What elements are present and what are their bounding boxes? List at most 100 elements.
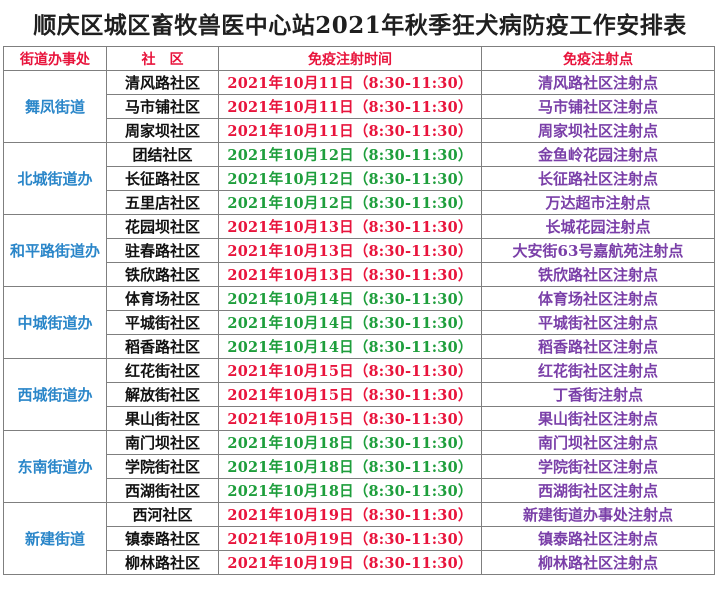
table-row: 长征路社区 2021年10月12日（8:30-11:30） 长征路社区注射点 bbox=[4, 166, 715, 191]
site-cell: 镇泰路社区注射点 bbox=[481, 526, 715, 551]
site-cell: 新建街道办事处注射点 bbox=[481, 502, 715, 527]
community-cell: 学院街社区 bbox=[106, 454, 219, 479]
community-cell: 长征路社区 bbox=[106, 166, 219, 191]
table-row: 马市铺社区 2021年10月11日（8:30-11:30） 马市铺社区注射点 bbox=[4, 94, 715, 119]
table-row: 柳林路社区 2021年10月19日（8:30-11:30） 柳林路社区注射点 bbox=[4, 550, 715, 575]
time-cell: 2021年10月11日（8:30-11:30） bbox=[218, 94, 482, 119]
site-cell: 铁欣路社区注射点 bbox=[481, 262, 715, 287]
community-cell: 红花街社区 bbox=[106, 358, 219, 383]
community-cell: 西湖街社区 bbox=[106, 478, 219, 503]
time-cell: 2021年10月15日（8:30-11:30） bbox=[218, 358, 482, 383]
table-row: 东南街道办 南门坝社区 2021年10月18日（8:30-11:30） 南门坝社区注射… bbox=[3, 430, 715, 503]
site-cell: 学院街社区注射点 bbox=[481, 454, 715, 479]
table-row: 中城街道办 体育场社区 2021年10月14日（8:30-11:30） 体育场社区注射… bbox=[3, 286, 715, 359]
site-cell: 稻香路社区注射点 bbox=[481, 334, 715, 359]
table-row: 周家坝社区 2021年10月11日（8:30-11:30） 周家坝社区注射点 bbox=[4, 118, 715, 143]
office-cell: 新建街道 bbox=[3, 502, 107, 575]
community-cell: 马市铺社区 bbox=[106, 94, 219, 119]
site-cell: 红花街社区注射点 bbox=[481, 358, 715, 383]
time-cell: 2021年10月19日（8:30-11:30） bbox=[218, 550, 482, 575]
table-row: 北城街道办 团结社区 2021年10月12日（8:30-11:30） 金鱼岭花园注射点 bbox=[3, 142, 715, 215]
table-row: 果山街社区 2021年10月15日（8:30-11:30） 果山街社区注射点 bbox=[4, 406, 715, 431]
office-cell: 西城街道办 bbox=[3, 358, 107, 431]
table-row: 舞凤街道 清风路社区 2021年10月11日（8:30-11:30） 清风路社区注射点 bbox=[3, 70, 715, 143]
time-cell: 2021年10月13日（8:30-11:30） bbox=[218, 214, 482, 239]
office-cell: 和平路街道办 bbox=[3, 214, 107, 287]
sheet-title: 顺庆区城区畜牧兽医中心站2021年秋季狂犬病防疫工作安排表 bbox=[33, 12, 687, 39]
site-cell: 西湖街社区注射点 bbox=[481, 478, 715, 503]
time-cell: 2021年10月15日（8:30-11:30） bbox=[218, 406, 482, 431]
site-cell: 果山街社区注射点 bbox=[481, 406, 715, 431]
site-cell: 丁香街注射点 bbox=[481, 382, 715, 407]
time-cell: 2021年10月12日（8:30-11:30） bbox=[218, 166, 482, 191]
table-row: 五里店社区 2021年10月12日（8:30-11:30） 万达超市注射点 bbox=[4, 190, 715, 215]
time-cell: 2021年10月14日（8:30-11:30） bbox=[218, 286, 482, 311]
community-cell: 平城街社区 bbox=[106, 310, 219, 335]
schedule-body: 舞凤街道 清风路社区 2021年10月11日（8:30-11:30） 清风路社区注射点… bbox=[3, 70, 715, 575]
table-row: 铁欣路社区 2021年10月13日（8:30-11:30） 铁欣路社区注射点 bbox=[4, 262, 715, 287]
office-cell: 北城街道办 bbox=[3, 142, 107, 215]
header-community: 社 区 bbox=[106, 46, 219, 71]
community-cell: 稻香路社区 bbox=[106, 334, 219, 359]
time-cell: 2021年10月14日（8:30-11:30） bbox=[218, 310, 482, 335]
header-office: 街道办事处 bbox=[3, 46, 107, 71]
community-cell: 周家坝社区 bbox=[106, 118, 219, 143]
community-cell: 清风路社区 bbox=[106, 70, 219, 95]
time-cell: 2021年10月18日（8:30-11:30） bbox=[218, 454, 482, 479]
community-cell: 花园坝社区 bbox=[106, 214, 219, 239]
table-row: 西城街道办 红花街社区 2021年10月15日（8:30-11:30） 红花街社区注射… bbox=[3, 358, 715, 431]
site-cell: 体育场社区注射点 bbox=[481, 286, 715, 311]
table-row: 稻香路社区 2021年10月14日（8:30-11:30） 稻香路社区注射点 bbox=[4, 334, 715, 359]
site-cell: 长城花园注射点 bbox=[481, 214, 715, 239]
site-cell: 马市铺社区注射点 bbox=[481, 94, 715, 119]
site-cell: 平城街社区注射点 bbox=[481, 310, 715, 335]
community-cell: 铁欣路社区 bbox=[106, 262, 219, 287]
table-row: 驻春路社区 2021年10月13日（8:30-11:30） 大安街63号嘉航苑注射点 bbox=[4, 238, 715, 263]
schedule-sheet: 顺庆区城区畜牧兽医中心站2021年秋季狂犬病防疫工作安排表 街道办事处 社 区 … bbox=[0, 0, 720, 605]
table-row: 平城街社区 2021年10月14日（8:30-11:30） 平城街社区注射点 bbox=[4, 310, 715, 335]
community-cell: 五里店社区 bbox=[106, 190, 219, 215]
site-cell: 清风路社区注射点 bbox=[481, 70, 715, 95]
header-site: 免疫注射点 bbox=[481, 46, 715, 71]
community-cell: 团结社区 bbox=[106, 142, 219, 167]
time-cell: 2021年10月12日（8:30-11:30） bbox=[218, 142, 482, 167]
table-row: 新建街道 西河社区 2021年10月19日（8:30-11:30） 新建街道办事处注射… bbox=[3, 502, 715, 575]
community-cell: 柳林路社区 bbox=[106, 550, 219, 575]
office-cell: 中城街道办 bbox=[3, 286, 107, 359]
time-cell: 2021年10月11日（8:30-11:30） bbox=[218, 118, 482, 143]
community-cell: 果山街社区 bbox=[106, 406, 219, 431]
time-cell: 2021年10月14日（8:30-11:30） bbox=[218, 334, 482, 359]
site-cell: 长征路社区注射点 bbox=[481, 166, 715, 191]
community-cell: 镇泰路社区 bbox=[106, 526, 219, 551]
community-cell: 驻春路社区 bbox=[106, 238, 219, 263]
header-time: 免疫注射时间 bbox=[218, 46, 482, 71]
site-cell: 万达超市注射点 bbox=[481, 190, 715, 215]
time-cell: 2021年10月18日（8:30-11:30） bbox=[218, 430, 482, 455]
table-row: 学院街社区 2021年10月18日（8:30-11:30） 学院街社区注射点 bbox=[4, 454, 715, 479]
schedule-table: 街道办事处 社 区 免疫注射时间 免疫注射点 舞凤街道 清风路社区 2021年10月… bbox=[3, 46, 715, 575]
site-cell: 大安街63号嘉航苑注射点 bbox=[481, 238, 715, 263]
time-cell: 2021年10月13日（8:30-11:30） bbox=[218, 262, 482, 287]
time-cell: 2021年10月15日（8:30-11:30） bbox=[218, 382, 482, 407]
community-cell: 体育场社区 bbox=[106, 286, 219, 311]
site-cell: 柳林路社区注射点 bbox=[481, 550, 715, 575]
community-cell: 西河社区 bbox=[106, 502, 219, 527]
time-cell: 2021年10月18日（8:30-11:30） bbox=[218, 478, 482, 503]
time-cell: 2021年10月11日（8:30-11:30） bbox=[218, 70, 482, 95]
time-cell: 2021年10月13日（8:30-11:30） bbox=[218, 238, 482, 263]
table-row: 镇泰路社区 2021年10月19日（8:30-11:30） 镇泰路社区注射点 bbox=[4, 526, 715, 551]
office-cell: 东南街道办 bbox=[3, 430, 107, 503]
table-row: 解放街社区 2021年10月15日（8:30-11:30） 丁香街注射点 bbox=[4, 382, 715, 407]
time-cell: 2021年10月12日（8:30-11:30） bbox=[218, 190, 482, 215]
time-cell: 2021年10月19日（8:30-11:30） bbox=[218, 502, 482, 527]
community-cell: 南门坝社区 bbox=[106, 430, 219, 455]
site-cell: 南门坝社区注射点 bbox=[481, 430, 715, 455]
table-row: 和平路街道办 花园坝社区 2021年10月13日（8:30-11:30） 长城花园注射… bbox=[3, 214, 715, 287]
site-cell: 金鱼岭花园注射点 bbox=[481, 142, 715, 167]
time-cell: 2021年10月19日（8:30-11:30） bbox=[218, 526, 482, 551]
header-row: 街道办事处 社 区 免疫注射时间 免疫注射点 bbox=[3, 46, 715, 71]
site-cell: 周家坝社区注射点 bbox=[481, 118, 715, 143]
community-cell: 解放街社区 bbox=[106, 382, 219, 407]
office-cell: 舞凤街道 bbox=[3, 70, 107, 143]
table-row: 西湖街社区 2021年10月18日（8:30-11:30） 西湖街社区注射点 bbox=[4, 478, 715, 503]
